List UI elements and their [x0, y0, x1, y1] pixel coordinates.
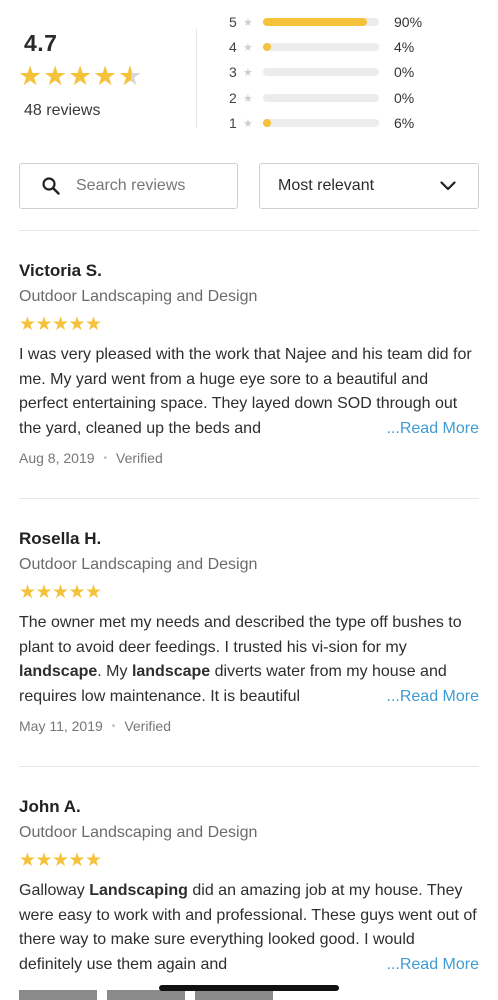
service-name: Outdoor Landscaping and Design	[19, 556, 258, 573]
star-icon: ★	[18, 61, 43, 91]
star-icon: ★	[243, 66, 253, 79]
star-icon: ★	[52, 582, 70, 603]
rating-bar	[263, 119, 379, 127]
star-icon: ★	[68, 61, 93, 91]
star-icon: ★	[52, 850, 70, 871]
rating-bar-fill	[263, 43, 271, 51]
rating-row-3[interactable]: 3 ★ 0%	[229, 62, 479, 82]
star-icon: ★	[93, 61, 118, 91]
review-text: The owner met my needs and described the…	[19, 611, 479, 709]
rating-bar	[263, 68, 379, 76]
rating-bar-fill	[263, 119, 271, 127]
review-stars: ★ ★ ★ ★ ★	[19, 580, 479, 606]
star-icon: ★	[19, 850, 37, 871]
rating-stars-label: 4	[229, 39, 237, 55]
divider	[196, 28, 197, 128]
service-name: Outdoor Landscaping and Design	[19, 288, 258, 305]
search-icon	[42, 177, 60, 195]
star-icon: ★	[35, 582, 53, 603]
reviewer-name: John A.	[19, 797, 81, 816]
star-icon: ★	[35, 850, 53, 871]
divider	[19, 766, 479, 767]
chevron-down-icon	[440, 181, 456, 191]
star-icon: ★	[68, 582, 86, 603]
half-star-icon: ★	[118, 62, 143, 90]
read-more-link[interactable]: ...Read More	[348, 684, 479, 709]
rating-percent: 0%	[394, 64, 415, 80]
rating-stars-label: 5	[229, 14, 237, 30]
read-more-link[interactable]: ...Read More	[348, 952, 479, 977]
search-input[interactable]	[74, 176, 228, 196]
star-icon: ★	[35, 314, 53, 335]
reviewer-name: Victoria S.	[19, 261, 102, 280]
review-date: Aug 8, 2019	[19, 450, 95, 466]
rating-percent: 6%	[394, 115, 415, 131]
rating-bar-fill	[263, 18, 368, 26]
divider	[19, 230, 479, 231]
review-card: Victoria S. Outdoor Landscaping and Desi…	[19, 258, 479, 466]
review-text: Galloway Landscaping did an amazing job …	[19, 879, 479, 977]
review-meta: Aug 8, 2019 • Verified	[19, 450, 479, 466]
star-icon: ★	[243, 16, 253, 29]
reviewer-name: Rosella H.	[19, 529, 102, 548]
rating-row-5[interactable]: 5 ★ 90%	[229, 12, 479, 32]
rating-bar	[263, 43, 379, 51]
review-photo[interactable]	[195, 990, 273, 1000]
read-more-link[interactable]: ...Read More	[348, 416, 479, 441]
sort-dropdown[interactable]: Most relevant	[259, 163, 479, 209]
rating-bar	[263, 18, 379, 26]
review-stars: ★ ★ ★ ★ ★	[19, 848, 479, 874]
review-photos[interactable]	[19, 990, 283, 1000]
review-photo[interactable]	[19, 990, 97, 1000]
rating-bar	[263, 94, 379, 102]
rating-stars-label: 3	[229, 64, 237, 80]
verified-label: Verified	[124, 718, 172, 734]
divider	[19, 498, 479, 499]
review-date: May 11, 2019	[19, 718, 103, 734]
star-icon: ★	[68, 314, 86, 335]
average-rating: 4.7	[24, 30, 58, 56]
average-stars: ★ ★ ★ ★ ★	[18, 62, 143, 90]
star-icon: ★	[43, 61, 68, 91]
review-stars: ★ ★ ★ ★ ★	[19, 312, 479, 338]
star-icon: ★	[243, 41, 253, 54]
star-icon: ★	[52, 314, 70, 335]
rating-stars-label: 2	[229, 90, 237, 106]
review-photo[interactable]	[107, 990, 185, 1000]
star-icon: ★	[243, 117, 253, 130]
star-icon: ★	[243, 92, 253, 105]
home-indicator[interactable]	[159, 985, 339, 991]
star-icon: ★	[85, 582, 103, 603]
review-text: I was very pleased with the work that Na…	[19, 343, 479, 441]
star-icon: ★	[68, 850, 86, 871]
star-icon: ★	[85, 314, 103, 335]
rating-percent: 4%	[394, 39, 415, 55]
rating-row-1[interactable]: 1 ★ 6%	[229, 113, 479, 133]
rating-percent: 90%	[394, 14, 423, 30]
review-card: John A. Outdoor Landscaping and Design ★…	[19, 794, 479, 977]
rating-percent: 0%	[394, 90, 415, 106]
star-icon: ★	[19, 314, 37, 335]
review-meta: May 11, 2019 • Verified	[19, 718, 479, 734]
service-name: Outdoor Landscaping and Design	[19, 824, 258, 841]
review-card: Rosella H. Outdoor Landscaping and Desig…	[19, 526, 479, 734]
rating-stars-label: 1	[229, 115, 237, 131]
sort-selected-label: Most relevant	[278, 177, 375, 194]
star-icon: ★	[19, 582, 37, 603]
rating-row-4[interactable]: 4 ★ 4%	[229, 37, 479, 57]
reviews-count: 48 reviews	[24, 102, 101, 119]
star-icon: ★	[85, 850, 103, 871]
separator-dot: •	[111, 720, 116, 732]
search-box[interactable]	[19, 163, 238, 209]
rating-summary: 4.7 ★ ★ ★ ★ ★ 48 reviews 5 ★ 90% 4 ★ 4% …	[0, 0, 498, 150]
separator-dot: •	[103, 452, 108, 464]
verified-label: Verified	[116, 450, 163, 466]
rating-row-2[interactable]: 2 ★ 0%	[229, 88, 479, 108]
